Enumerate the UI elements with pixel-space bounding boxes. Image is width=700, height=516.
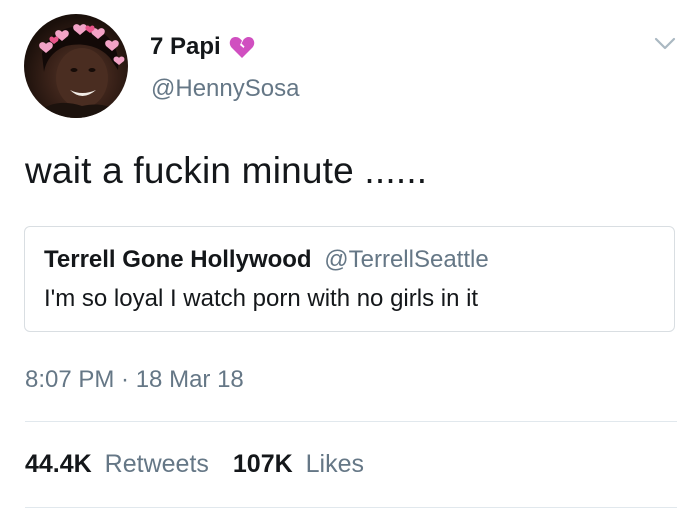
broken-heart-icon (229, 35, 255, 59)
retweets-stat[interactable]: 44.4K Retweets (25, 450, 209, 479)
tweet-stats: 44.4K Retweets 107K Likes (25, 450, 364, 479)
user-handle[interactable]: @HennySosa (151, 75, 299, 103)
divider (25, 421, 677, 422)
avatar-image (34, 24, 125, 118)
tweet-text: wait a fuckin minute ...... (25, 150, 428, 191)
divider (25, 507, 677, 508)
quoted-tweet[interactable]: Terrell Gone Hollywood @TerrellSeattle I… (24, 226, 675, 332)
quoted-tweet-header: Terrell Gone Hollywood @TerrellSeattle (44, 246, 489, 274)
retweets-label: Retweets (104, 450, 209, 478)
likes-count: 107K (232, 450, 293, 478)
quoted-tweet-text: I'm so loyal I watch porn with no girls … (44, 285, 479, 312)
display-name-row[interactable]: 7 Papi (150, 33, 255, 61)
quoted-display-name: Terrell Gone Hollywood (44, 246, 312, 273)
quoted-handle: @TerrellSeattle (324, 246, 489, 273)
retweets-count: 44.4K (25, 450, 92, 478)
likes-label: Likes (305, 450, 364, 478)
tweet-card: 7 Papi @HennySosa wait a fuckin minute .… (0, 0, 700, 516)
avatar[interactable] (24, 14, 128, 118)
likes-stat[interactable]: 107K Likes (233, 450, 364, 479)
chevron-down-icon[interactable] (652, 30, 678, 56)
tweet-timestamp[interactable]: 8:07 PM · 18 Mar 18 (25, 366, 244, 394)
display-name[interactable]: 7 Papi (150, 33, 221, 61)
